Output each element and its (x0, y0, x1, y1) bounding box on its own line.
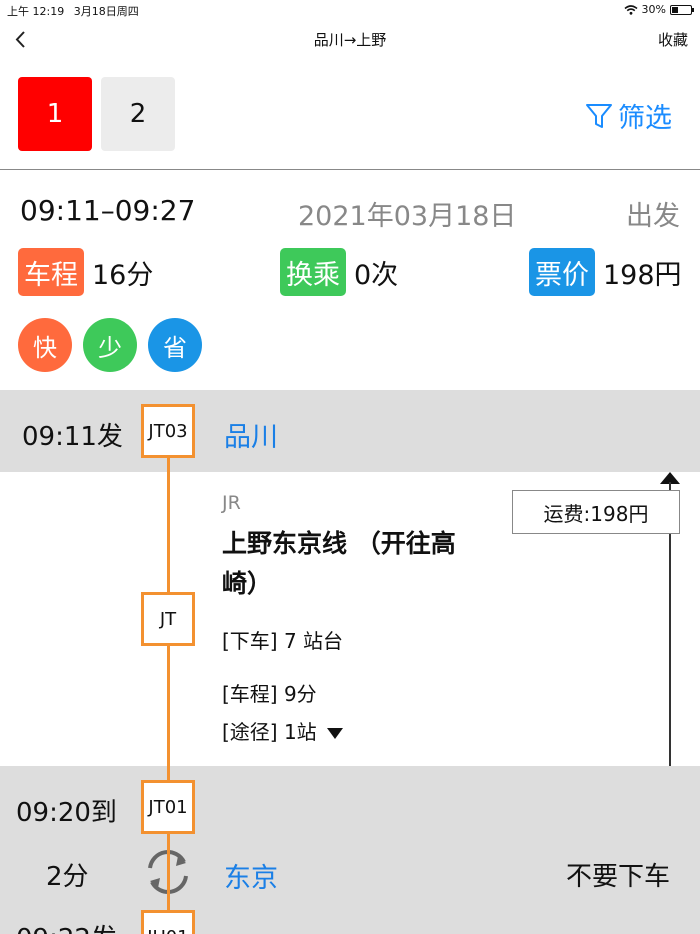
wifi-icon (624, 4, 638, 15)
duration-metric: 车程 16分 (18, 248, 153, 296)
station-row-tokyo: 09:20到 2分 东京 不要下车 09:22发 (0, 766, 700, 934)
stay-on-train-note: 不要下车 (565, 862, 670, 892)
expand-triangle-icon (326, 728, 343, 739)
depart-label: 出发 (626, 201, 680, 232)
badge-cheapest: 省 (148, 318, 202, 372)
status-right: 30% (624, 3, 694, 16)
badge-fewest-transfers: 少 (83, 318, 137, 372)
time-range: 09:11–09:27 (20, 194, 196, 227)
filter-icon (586, 103, 612, 128)
operator-label: JR (222, 492, 241, 514)
favorite-button[interactable]: 收藏 (658, 29, 688, 50)
line-name: 上野东京线 （开往高崎） (222, 529, 456, 598)
station-code-tokyo-depart: JU01 (141, 910, 195, 934)
ride-segment: JR 上野东京线 （开往高崎） [下车] 7 站台 [车程] 9分 [途径] 1… (0, 472, 700, 766)
filter-label: 筛选 (618, 103, 672, 134)
transfer-tag: 换乘 (280, 248, 346, 296)
battery-icon (670, 4, 694, 15)
via-stops-label: [途径] 1站 (222, 720, 317, 744)
station-row-shinagawa: 09:11发 品川 (0, 390, 700, 472)
transfer-value: 0次 (354, 259, 399, 291)
fare-box: 运费:198円 (512, 490, 680, 534)
tab-route-1[interactable]: 1 (18, 77, 92, 151)
status-time-date: 上午 12:19 3月18日周四 (7, 3, 139, 19)
fare-metric: 票价 198円 (529, 248, 682, 296)
transfer-metric: 换乘 0次 (280, 248, 398, 296)
depart-time: 09:11发 (22, 422, 123, 452)
duration-value: 16分 (92, 259, 154, 291)
station-code-shinagawa: JT03 (141, 404, 195, 458)
badge-fastest: 快 (18, 318, 72, 372)
route-tabs: 1 2 筛选 (0, 60, 700, 170)
track-line (167, 457, 170, 934)
fare-value: 198円 (603, 259, 682, 291)
alight-platform: [下车] 7 站台 (222, 629, 344, 653)
via-stops[interactable]: [途径] 1站 (222, 716, 343, 745)
transfer-wait: 2分 (46, 862, 89, 892)
nav-bar: 品川→上野 收藏 (0, 20, 700, 60)
filter-button[interactable]: 筛选 (584, 96, 672, 135)
station-code-mid: JT (141, 592, 195, 646)
next-depart-time: 09:22发 (16, 918, 117, 934)
status-bar: 上午 12:19 3月18日周四 30% (0, 0, 700, 20)
travel-date: 2021年03月18日 (298, 201, 517, 232)
station-name-shinagawa[interactable]: 品川 (224, 415, 278, 454)
route-summary: 09:11–09:27 2021年03月18日 出发 车程 16分 换乘 0次 … (0, 170, 700, 390)
ride-duration: [车程] 9分 (222, 682, 317, 706)
fare-tag: 票价 (529, 248, 595, 296)
page-title: 品川→上野 (313, 31, 387, 49)
station-name-tokyo[interactable]: 东京 (224, 856, 278, 895)
arrive-time: 09:20到 (16, 798, 117, 828)
duration-tag: 车程 (18, 248, 84, 296)
status-date: 3月18日周四 (73, 5, 139, 18)
station-code-tokyo-arrive: JT01 (141, 780, 195, 834)
battery-percent: 30% (641, 3, 666, 16)
tab-route-2[interactable]: 2 (101, 77, 175, 151)
status-time: 上午 12:19 (7, 5, 65, 18)
